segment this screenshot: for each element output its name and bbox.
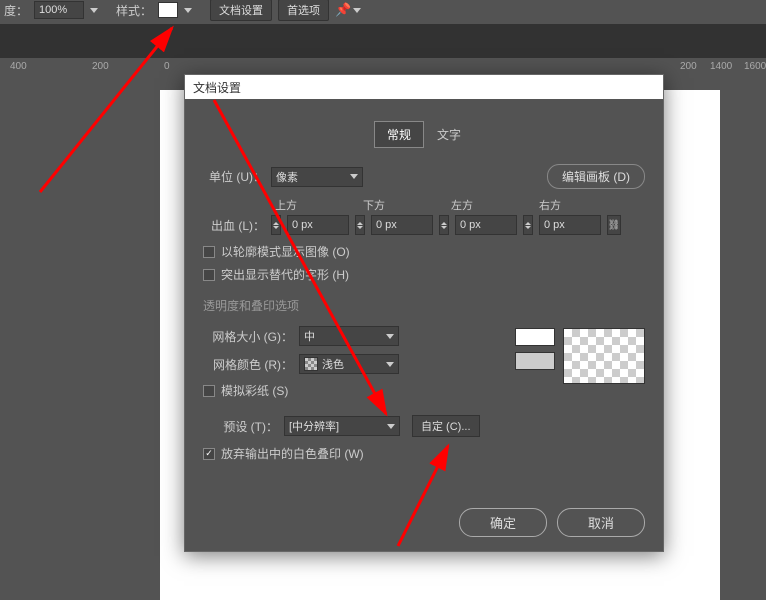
grid-color-dark-swatch[interactable] bbox=[515, 352, 555, 370]
bleed-col-top: 上方 bbox=[275, 197, 353, 213]
preset-value: [中分辨率] bbox=[289, 418, 339, 434]
style-swatch[interactable] bbox=[158, 2, 178, 18]
tab-general[interactable]: 常规 bbox=[374, 121, 424, 148]
unit-select[interactable]: 像素 bbox=[271, 167, 363, 187]
bleed-left-spinner[interactable] bbox=[439, 215, 449, 235]
unit-value: 像素 bbox=[276, 169, 298, 185]
grid-color-label: 网格颜色 (R)： bbox=[203, 356, 293, 373]
bleed-top-input[interactable] bbox=[287, 215, 349, 235]
style-label: 样式： bbox=[116, 2, 152, 19]
alt-glyph-label: 突出显示替代的字形 (H) bbox=[221, 266, 349, 283]
section-transparency: 透明度和叠印选项 bbox=[203, 297, 645, 314]
preset-label: 预设 (T)： bbox=[203, 418, 278, 435]
grid-size-value: 中 bbox=[304, 328, 315, 344]
grid-color-select[interactable]: 浅色 bbox=[299, 354, 399, 374]
chevron-down-icon bbox=[350, 174, 358, 179]
tab-text[interactable]: 文字 bbox=[424, 121, 474, 148]
simulate-paper-label: 模拟彩纸 (S) bbox=[221, 382, 288, 399]
grid-size-select[interactable]: 中 bbox=[299, 326, 399, 346]
ruler-tick: 400 bbox=[10, 61, 27, 72]
panel-divider bbox=[0, 24, 766, 58]
bleed-label: 出血 (L)： bbox=[203, 217, 265, 234]
cancel-button[interactable]: 取消 bbox=[557, 508, 645, 537]
chevron-down-icon bbox=[386, 334, 394, 339]
grid-color-value: 浅色 bbox=[322, 356, 344, 372]
bleed-col-right: 右方 bbox=[539, 197, 617, 213]
dialog-tabs: 常规 文字 bbox=[203, 121, 645, 148]
ruler-tick: 200 bbox=[92, 61, 109, 72]
preset-select[interactable]: [中分辨率] bbox=[284, 416, 400, 436]
opacity-input[interactable] bbox=[34, 1, 84, 19]
chevron-down-icon[interactable] bbox=[90, 8, 98, 13]
chevron-down-icon[interactable] bbox=[184, 8, 192, 13]
opacity-label: 度： bbox=[4, 2, 28, 19]
unit-label: 单位 (U)： bbox=[203, 168, 265, 185]
ok-button[interactable]: 确定 bbox=[459, 508, 547, 537]
document-setup-dialog: 文档设置 常规 文字 单位 (U)： 像素 编辑画板 (D) 上方 下方 左方 … bbox=[184, 74, 664, 552]
chevron-down-icon bbox=[386, 362, 394, 367]
custom-button[interactable]: 自定 (C)... bbox=[412, 415, 480, 437]
ruler-tick: 1600 bbox=[744, 61, 766, 72]
pin-icon[interactable]: 📌 bbox=[335, 2, 361, 18]
chevron-down-icon bbox=[387, 424, 395, 429]
outline-mode-checkbox[interactable] bbox=[203, 246, 215, 258]
dialog-title: 文档设置 bbox=[185, 75, 663, 99]
discard-white-label: 放弃输出中的白色叠印 (W) bbox=[221, 445, 364, 462]
alt-glyph-checkbox[interactable] bbox=[203, 269, 215, 281]
transparency-grid-preview bbox=[563, 328, 645, 384]
document-setup-button[interactable]: 文档设置 bbox=[210, 0, 272, 21]
bleed-col-left: 左方 bbox=[451, 197, 529, 213]
bleed-left-input[interactable] bbox=[455, 215, 517, 235]
options-bar: 度： 样式： 文档设置 首选项 📌 bbox=[0, 0, 766, 20]
bleed-right-input[interactable] bbox=[539, 215, 601, 235]
edit-artboards-button[interactable]: 编辑画板 (D) bbox=[547, 164, 645, 189]
preferences-button[interactable]: 首选项 bbox=[278, 0, 329, 21]
ruler-tick: 1400 bbox=[710, 61, 732, 72]
ruler-tick: 0 bbox=[164, 61, 170, 72]
simulate-paper-checkbox[interactable] bbox=[203, 385, 215, 397]
grid-size-label: 网格大小 (G)： bbox=[203, 328, 293, 345]
bleed-top-spinner[interactable] bbox=[271, 215, 281, 235]
checker-icon bbox=[304, 357, 318, 371]
bleed-col-bottom: 下方 bbox=[363, 197, 441, 213]
ruler-tick: 200 bbox=[680, 61, 697, 72]
discard-white-checkbox[interactable]: ✓ bbox=[203, 448, 215, 460]
bleed-right-spinner[interactable] bbox=[523, 215, 533, 235]
outline-mode-label: 以轮廓模式显示图像 (O) bbox=[221, 243, 350, 260]
grid-color-light-swatch[interactable] bbox=[515, 328, 555, 346]
link-bleed-icon[interactable]: ⛓ bbox=[607, 215, 621, 235]
bleed-bottom-spinner[interactable] bbox=[355, 215, 365, 235]
bleed-bottom-input[interactable] bbox=[371, 215, 433, 235]
